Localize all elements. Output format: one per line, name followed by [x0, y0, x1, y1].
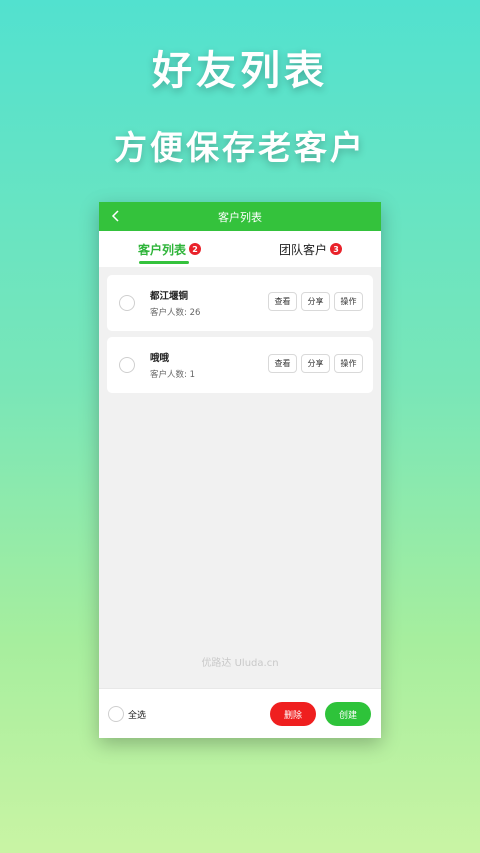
nav-bar: 客户列表 [99, 202, 381, 231]
select-radio[interactable] [119, 295, 135, 311]
tab-team-customers[interactable]: 团队客户 3 [240, 231, 381, 267]
promo-subtitle: 方便保存老客户 [114, 128, 366, 167]
select-all-radio[interactable] [108, 706, 124, 722]
customer-name: 哦哦 [150, 353, 170, 364]
operate-button[interactable]: 操作 [334, 354, 363, 373]
select-all-label[interactable]: 全选 [128, 708, 146, 721]
chevron-left-icon[interactable] [109, 209, 123, 223]
view-button[interactable]: 查看 [268, 292, 297, 311]
view-button[interactable]: 查看 [268, 354, 297, 373]
promo-title: 好友列表 [152, 48, 328, 94]
bottom-bar: 全选 删除 创建 [99, 688, 381, 738]
tab-bar: 客户列表 2 团队客户 3 [99, 231, 381, 267]
tab-label: 团队客户 [278, 242, 327, 257]
delete-button[interactable]: 删除 [270, 702, 316, 726]
phone-screen: 客户列表 客户列表 2 团队客户 3 都江堰铜 客户人数: 26 查看 分享 操… [99, 202, 381, 738]
operate-button[interactable]: 操作 [334, 292, 363, 311]
create-button[interactable]: 创建 [325, 702, 371, 726]
tab-active-indicator [138, 261, 189, 264]
customer-count: 客户人数: 26 [150, 308, 201, 318]
customer-list: 都江堰铜 客户人数: 26 查看 分享 操作 哦哦 客户人数: 1 查看 分享 … [99, 267, 381, 393]
card-actions: 查看 分享 操作 [268, 292, 363, 311]
list-item: 都江堰铜 客户人数: 26 查看 分享 操作 [107, 275, 373, 331]
card-actions: 查看 分享 操作 [268, 354, 363, 373]
watermark: 优路达 Uluda.cn [201, 658, 279, 669]
share-button[interactable]: 分享 [301, 292, 330, 311]
tab-label: 客户列表 [137, 242, 186, 257]
share-button[interactable]: 分享 [301, 354, 330, 373]
customer-count: 客户人数: 1 [150, 370, 195, 380]
customer-name: 都江堰铜 [150, 291, 189, 302]
tab-badge: 3 [330, 243, 342, 255]
tab-badge: 2 [189, 243, 201, 255]
select-radio[interactable] [119, 357, 135, 373]
list-item: 哦哦 客户人数: 1 查看 分享 操作 [107, 337, 373, 393]
tab-customer-list[interactable]: 客户列表 2 [99, 231, 240, 267]
nav-title: 客户列表 [218, 210, 262, 224]
